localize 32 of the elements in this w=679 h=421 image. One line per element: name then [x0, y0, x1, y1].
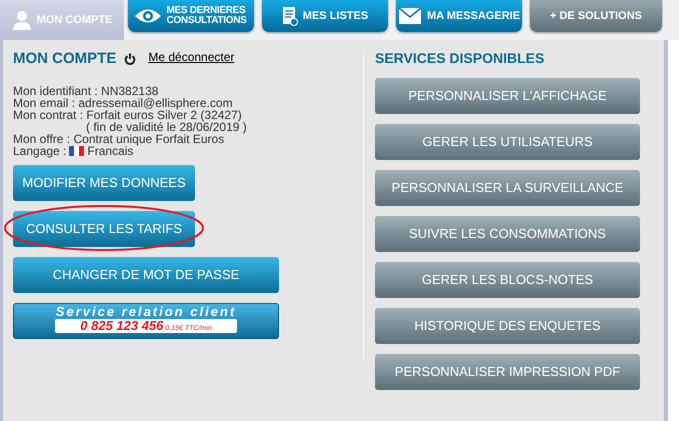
service-button[interactable]: PERSONNALISER IMPRESSION PDF: [375, 354, 640, 390]
language-value: Francais: [87, 144, 134, 156]
service-button[interactable]: GERER LES BLOCS-NOTES: [375, 262, 640, 298]
section-title: MON COMPTE: [13, 49, 116, 69]
info-line: Mon email : adressemail@ellisphere.com: [13, 96, 234, 108]
service-button[interactable]: SUIVRE LES CONSOMMATIONS: [375, 216, 640, 252]
phone-number: 0 825 123 456: [80, 318, 164, 332]
action-button[interactable]: MODIFIER MES DONNEES: [13, 164, 195, 200]
info-line: Mon identifiant : NN382138: [13, 84, 160, 96]
info-line: ( fin de validité le 28/06/2019 ): [85, 120, 248, 132]
section-title: SERVICES DISPONIBLES: [375, 49, 546, 68]
envelope-icon: [398, 7, 422, 25]
nav-tab[interactable]: + DE SOLUTIONS: [530, 0, 662, 32]
flag-icon: [69, 146, 84, 156]
eye-icon: [134, 7, 162, 25]
nav-tab[interactable]: MA MESSAGERIE: [396, 0, 522, 32]
info-line: Langage :: [13, 144, 66, 156]
nav-tab[interactable]: MES LISTES: [262, 0, 388, 32]
service-button[interactable]: HISTORIQUE DES ENQUETES: [375, 308, 640, 344]
nav-tab[interactable]: MES DERNIERES CONSULTATIONS: [128, 0, 254, 32]
contact-title: Service relation client: [56, 304, 236, 318]
person-icon: [12, 10, 32, 30]
service-button[interactable]: GERER LES UTILISATEURS: [375, 124, 640, 160]
logout-link[interactable]: Me déconnecter: [148, 48, 234, 66]
power-icon: [124, 53, 136, 66]
service-button[interactable]: PERSONNALISER L'AFFICHAGE: [375, 78, 640, 114]
service-button[interactable]: PERSONNALISER LA SURVEILLANCE: [375, 170, 640, 206]
document-icon: [282, 6, 298, 26]
action-button[interactable]: CONSULTER LES TARIFS: [13, 210, 195, 246]
info-line: Mon offre : Contrat unique Forfait Euros: [13, 132, 226, 144]
action-button[interactable]: CHANGER DE MOT DE PASSE: [13, 256, 279, 292]
info-line: Mon contrat : Forfait euros Silver 2 (32427): [13, 108, 243, 120]
